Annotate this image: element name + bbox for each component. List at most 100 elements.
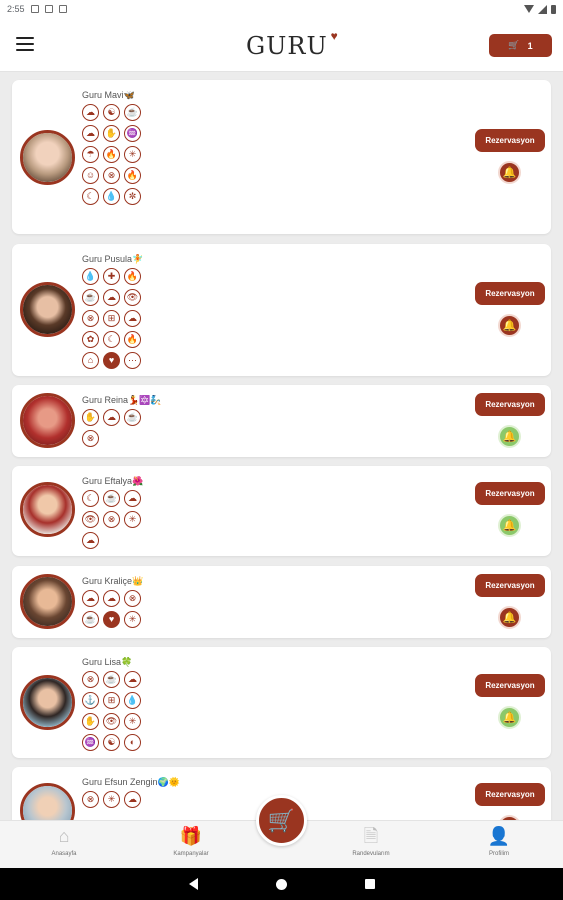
service-icon: ☾ [82,490,99,507]
guru-avatar[interactable] [20,574,75,629]
guru-name: Guru Mavi🦋 [82,90,135,100]
service-icon: ☕ [82,289,99,306]
app-header: GURU ♥ 🛒 1 [0,18,563,72]
service-icon: ♥ [103,352,120,369]
service-icon: ✋ [103,125,120,142]
service-icon: ☾ [103,331,120,348]
service-icon: ✿ [82,331,99,348]
cart-icon: 🛒 [508,40,520,50]
user-icon: 👤 [487,826,511,846]
home-button-icon[interactable] [275,878,287,890]
guru-avatar[interactable] [20,675,75,730]
service-icon: ☯ [103,734,120,751]
reservation-button[interactable]: Rezervasyon [475,282,545,305]
service-icon: 🔥 [124,268,141,285]
service-icon: 💧 [103,188,120,205]
service-icon: ☕ [124,409,141,426]
nav-campaigns-label: Kampanyalar [173,851,209,857]
service-icons: ✋ ☁ ☕ ⊗ [82,409,141,447]
home-icon: ⌂ [58,826,70,846]
service-icon: ✋ [82,409,99,426]
guru-avatar[interactable] [20,783,75,820]
service-icon: ☁ [124,791,141,808]
bell-icon[interactable]: 🔔 [498,314,521,337]
service-icon: ✋ [82,713,99,730]
guru-name: Guru Efsun Zengin🌍🌞 [82,777,180,787]
gift-icon: 🎁 [179,826,203,846]
heart-icon: ♥ [330,29,338,43]
service-icon: ☁ [82,125,99,142]
service-icons: ⊗ ✳ ☁ [82,791,141,808]
guru-card[interactable]: Guru Kraliçe👑 ☁ ☁ ⊗ ☕ ♥ ✳ Rezervasyon 🔔 [12,566,551,638]
reservation-button[interactable]: Rezervasyon [475,482,545,505]
guru-name: Guru Reina💃🔯🧞 [82,395,162,405]
service-icon: 👁 [124,289,141,306]
service-icon: ⊗ [82,791,99,808]
nav-campaigns[interactable]: 🎁 Kampanyalar [151,825,231,857]
battery-icon [551,4,556,14]
guru-name: Guru Lisa🍀 [82,657,133,667]
guru-list[interactable]: Guru Mavi🦋 ☁ ☯ ☕ ☁ ✋ ♒ ☂ 🔥 ✳ ☺ ⊗ 🔥 ☾ 💧 ✼… [0,72,563,820]
service-icon: ☾ [82,188,99,205]
guru-avatar[interactable] [20,482,75,537]
service-icon: ⊞ [103,692,120,709]
service-icon: ⊗ [82,310,99,327]
service-icon: ⊗ [103,511,120,528]
logo: GURU ♥ [246,29,338,62]
service-icon: ☁ [82,532,99,549]
bell-icon[interactable]: 🔔 [498,161,521,184]
reservation-button[interactable]: Rezervasyon [475,783,545,806]
service-icon: ✳ [124,146,141,163]
guru-card[interactable]: Guru Eftalya🌺 ☾ ☕ ☁ 👁 ⊗ ✳ ☁ Rezervasyon … [12,466,551,556]
bell-icon[interactable]: 🔔 [498,514,521,537]
service-icons: ⊗ ☕ ☁ ⚓ ⊞ 💧 ✋ 👁 ✳ ♒ ☯ ◐ [82,671,141,751]
nav-home[interactable]: ⌂ Anasayfa [24,825,104,857]
reservation-button[interactable]: Rezervasyon [475,129,545,152]
service-icon: ☕ [103,671,120,688]
service-icon: ⚓ [82,692,99,709]
guru-avatar[interactable] [20,130,75,185]
guru-avatar[interactable] [20,393,75,448]
service-icon: 💧 [124,692,141,709]
guru-card[interactable]: Guru Reina💃🔯🧞 ✋ ☁ ☕ ⊗ Rezervasyon 🔔 [12,385,551,457]
guru-avatar[interactable] [20,282,75,337]
service-icon: 🔥 [124,167,141,184]
notification-icon [30,5,39,13]
service-icons: ☁ ☯ ☕ ☁ ✋ ♒ ☂ 🔥 ✳ ☺ ⊗ 🔥 ☾ 💧 ✼ [82,104,141,205]
nav-appointments-label: Randevularım [352,851,390,857]
service-icon: ☕ [82,611,99,628]
reservation-button[interactable]: Rezervasyon [475,674,545,697]
service-icon: ☕ [124,104,141,121]
reservation-button[interactable]: Rezervasyon [475,393,545,416]
bell-icon[interactable]: 🔔 [498,606,521,629]
service-icons: 💧 ✚ 🔥 ☕ ☁ 👁 ⊗ ⊞ ☁ ✿ ☾ 🔥 ⌂ ♥ ⋯ [82,268,141,369]
menu-icon[interactable] [16,37,34,51]
guru-card[interactable]: Guru Pusula🧚 💧 ✚ 🔥 ☕ ☁ 👁 ⊗ ⊞ ☁ ✿ ☾ 🔥 ⌂ ♥… [12,244,551,376]
service-icon: 🔥 [103,146,120,163]
guru-card[interactable]: Guru Mavi🦋 ☁ ☯ ☕ ☁ ✋ ♒ ☂ 🔥 ✳ ☺ ⊗ 🔥 ☾ 💧 ✼… [12,80,551,234]
bell-icon[interactable]: 🔔 [498,706,521,729]
nav-appointments[interactable]: 🗎 Randevularım [331,825,411,857]
service-icon: 👁 [82,511,99,528]
cart-button[interactable]: 🛒 1 [489,34,552,57]
service-icons: ☁ ☁ ⊗ ☕ ♥ ✳ [82,590,141,628]
service-icon: ⋯ [124,352,141,369]
service-icon: ♒ [124,125,141,142]
nav-profile[interactable]: 👤 Profilim [459,825,539,857]
guru-name: Guru Kraliçe👑 [82,576,144,586]
nav-home-label: Anasayfa [51,851,77,857]
service-icon: ⊗ [124,590,141,607]
service-icon: ☁ [82,104,99,121]
guru-card[interactable]: Guru Lisa🍀 ⊗ ☕ ☁ ⚓ ⊞ 💧 ✋ 👁 ✳ ♒ ☯ ◐ Rezer… [12,647,551,758]
recent-apps-icon[interactable] [364,879,375,889]
service-icon: ⊗ [82,671,99,688]
bell-icon[interactable]: 🔔 [498,425,521,448]
back-icon[interactable] [188,878,198,890]
reservation-button[interactable]: Rezervasyon [475,574,545,597]
cart-fab-button[interactable]: 🛒 [256,795,307,846]
service-icon: ♒ [82,734,99,751]
service-icons: ☾ ☕ ☁ 👁 ⊗ ✳ ☁ [82,490,141,549]
service-icon: ☕ [103,490,120,507]
service-icon: ✳ [124,611,141,628]
service-icon: ⊗ [82,430,99,447]
